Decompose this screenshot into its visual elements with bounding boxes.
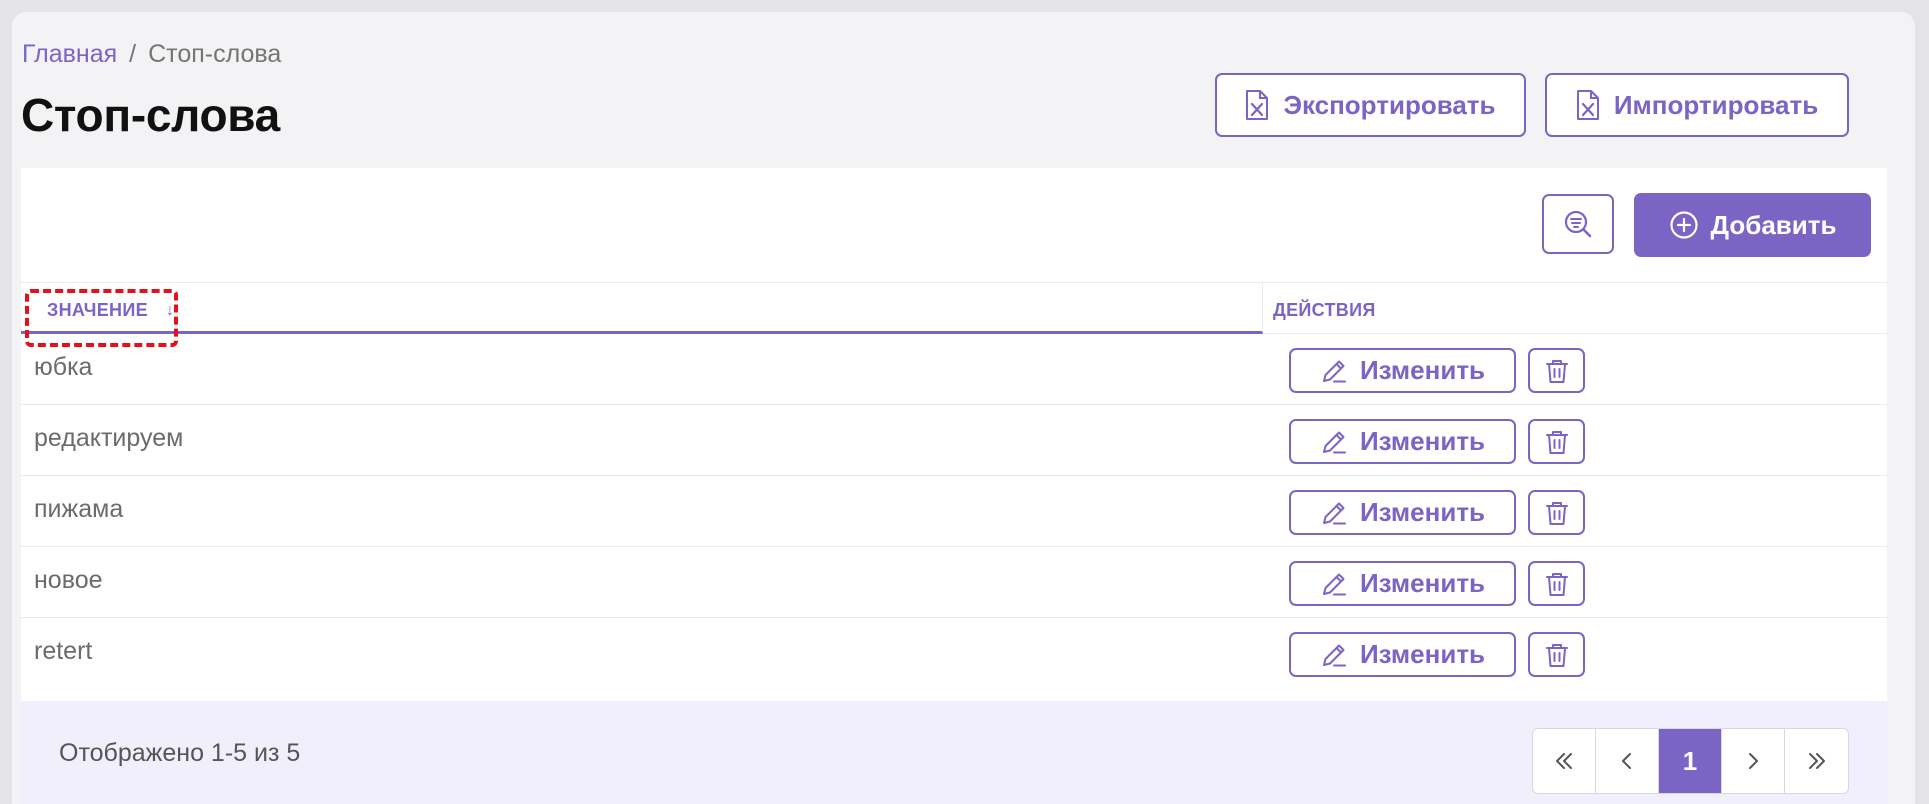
last-page-button[interactable] [1785,729,1848,793]
next-page-button[interactable] [1722,729,1785,793]
table-row: юбка Изменить [21,334,1887,405]
edit-button[interactable]: Изменить [1289,632,1516,677]
excel-file-icon [1245,90,1269,120]
chevron-left-icon [1615,749,1639,773]
breadcrumb-separator: / [129,40,137,68]
trash-icon [1544,499,1570,527]
sort-arrow-down-icon: ↓ [166,302,174,319]
first-page-button[interactable] [1533,729,1596,793]
delete-button[interactable] [1528,490,1585,535]
delete-button[interactable] [1528,561,1585,606]
add-button-label: Добавить [1710,209,1837,240]
delete-button[interactable] [1528,632,1585,677]
column-header-actions-label: ДЕЙСТВИЯ [1273,300,1376,320]
column-header-value[interactable]: ЗНАЧЕНИЕ ↓ [21,283,1263,334]
cell-value: редактируем [34,424,184,452]
column-header-value-label: ЗНАЧЕНИЕ [47,300,148,320]
pencil-icon [1320,357,1348,385]
edit-button-label: Изменить [1359,639,1486,669]
search-filter-button[interactable] [1542,194,1614,254]
breadcrumb: Главная / Стоп-слова [22,40,281,69]
table-row: пижама Изменить [21,476,1887,547]
table-row: редактируем Изменить [21,405,1887,476]
edit-button-label: Изменить [1359,426,1486,456]
import-button[interactable]: Импортировать [1545,73,1849,137]
cell-value: новое [34,566,103,594]
table-header: ЗНАЧЕНИЕ ↓ ДЕЙСТВИЯ [21,282,1887,334]
pencil-icon [1320,499,1348,527]
breadcrumb-current: Стоп-слова [148,40,282,68]
cell-value: пижама [34,495,124,523]
trash-icon [1544,428,1570,456]
cell-value: юбка [34,353,93,381]
plus-circle-icon [1669,210,1699,240]
table-row: новое Изменить [21,547,1887,618]
edit-button[interactable]: Изменить [1289,348,1516,393]
stopwords-table-card: Добавить ЗНАЧЕНИЕ ↓ ДЕЙСТВИЯ юбка Измени… [21,168,1887,804]
pagination-summary: Отображено 1-5 из 5 [59,739,301,767]
page-title: Стоп-слова [21,89,280,141]
chevron-right-icon [1741,749,1765,773]
excel-file-icon [1576,90,1600,120]
app-frame: Главная / Стоп-слова Стоп-слова Экспортиро… [12,12,1915,804]
trash-icon [1544,570,1570,598]
edit-button[interactable]: Изменить [1289,490,1516,535]
delete-button[interactable] [1528,419,1585,464]
edit-button[interactable]: Изменить [1289,561,1516,606]
export-button[interactable]: Экспортировать [1215,73,1526,137]
delete-button[interactable] [1528,348,1585,393]
table-row: retert Изменить [21,618,1887,689]
edit-button-label: Изменить [1359,355,1486,385]
double-chevron-right-icon [1805,749,1829,773]
pencil-icon [1320,641,1348,669]
pagination: 1 [1532,728,1849,794]
trash-icon [1544,357,1570,385]
double-chevron-left-icon [1552,749,1576,773]
add-button[interactable]: Добавить [1634,193,1871,257]
edit-button-label: Изменить [1359,497,1486,527]
pencil-icon [1320,428,1348,456]
edit-button[interactable]: Изменить [1289,419,1516,464]
cell-value: retert [34,637,93,665]
import-button-label: Импортировать [1613,89,1819,120]
prev-page-button[interactable] [1596,729,1659,793]
search-filter-icon [1562,208,1594,240]
export-button-label: Экспортировать [1283,89,1496,120]
table-body: юбка Изменить редактируем Изменить пижам… [21,334,1887,689]
edit-button-label: Изменить [1359,568,1486,598]
page-button-current[interactable]: 1 [1659,729,1722,793]
table-footer: Отображено 1-5 из 5 1 [21,701,1887,804]
trash-icon [1544,641,1570,669]
breadcrumb-home-link[interactable]: Главная [22,40,117,68]
pencil-icon [1320,570,1348,598]
